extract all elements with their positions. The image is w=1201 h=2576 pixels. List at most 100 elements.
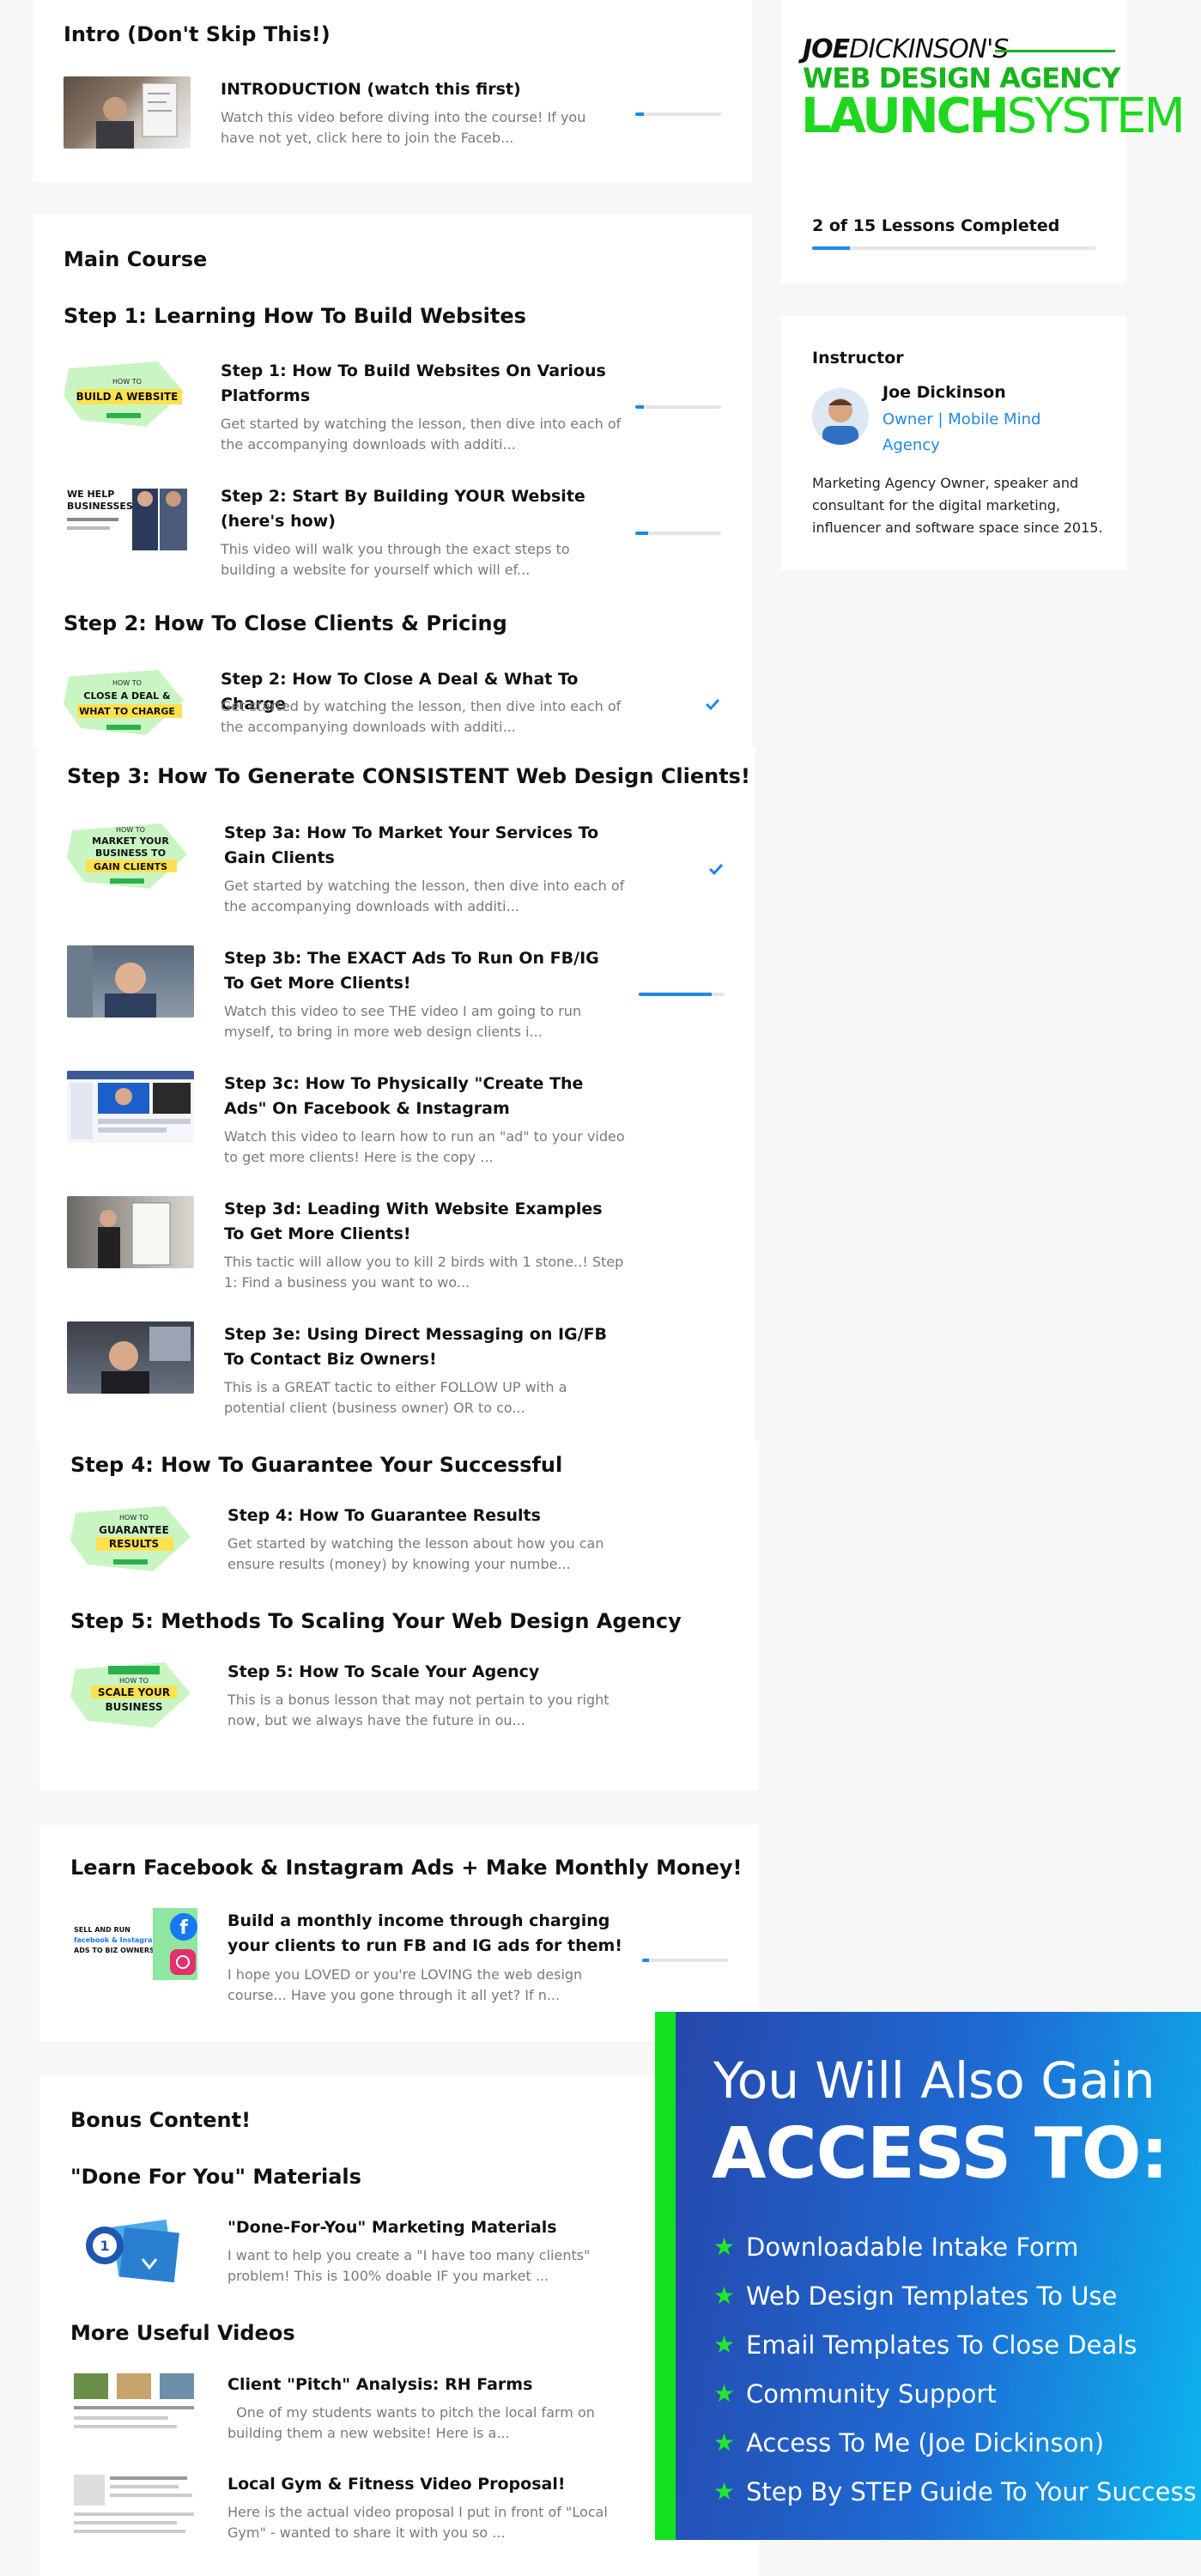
lesson-description: Watch this video to learn how to run an …: [224, 1128, 625, 1165]
video-thumbnail-image: [74, 2475, 194, 2533]
svg-text:HOW TO: HOW TO: [119, 1514, 149, 1522]
star-icon: ★: [713, 2428, 736, 2457]
promo-banner: You Will Also Gain ACCESS TO: ★ Downloada…: [655, 2012, 1201, 2540]
svg-text:1: 1: [100, 2238, 109, 2254]
lesson-thumbnail-graphic: 1: [86, 2219, 179, 2283]
step3-card: Step 3: How To Generate CONSISTENT Web D…: [36, 747, 755, 1443]
video-thumbnail-image: [96, 82, 178, 149]
lesson-description: This video will walk you through the exa…: [221, 541, 570, 578]
star-icon: ★: [713, 2330, 736, 2359]
lesson-thumbnail-graphic: HOW TOSCALE YOUR BUSINESS: [70, 1662, 191, 1728]
svg-text:BUSINESS: BUSINESS: [106, 1701, 163, 1713]
completed-check-icon: [708, 863, 724, 876]
lesson-description: This is a bonus lesson that may not pert…: [227, 1692, 610, 1728]
lesson-title[interactable]: Local Gym & Fitness Video Proposal!: [227, 2472, 622, 2497]
promo-benefit-item: ★ Web Design Templates To Use: [713, 2271, 1197, 2320]
lesson-description: I hope you LOVED or you're LOVING the we…: [227, 1966, 583, 2003]
video-thumbnail-image: [67, 945, 156, 1018]
lesson-thumbnail[interactable]: [67, 945, 194, 1018]
instructor-role-link[interactable]: Owner | Mobile Mind Agency: [883, 407, 1071, 459]
svg-text:BUSINESS TO: BUSINESS TO: [95, 848, 166, 859]
lesson-thumbnail-graphic: WE HELPBUSINESSES: [67, 489, 187, 550]
promo-accent-bar: [655, 2012, 676, 2540]
lesson-title[interactable]: Step 3b: The EXACT Ads To Run On FB/IG T…: [224, 946, 619, 996]
course-logo: JOEDICKINSON'S WEB DESIGN AGENCY LAUNCHS…: [794, 34, 1186, 146]
lesson-thumbnail-graphic: SELL AND RUN facebook & Instagram ADS TO B…: [74, 1908, 197, 1980]
lesson-thumbnail[interactable]: WE HELP BUSINESSES: [64, 483, 191, 556]
lesson-thumbnail[interactable]: [67, 1321, 194, 1394]
svg-text:SELL AND RUN: SELL AND RUN: [74, 1926, 130, 1934]
svg-text:MARKET YOUR: MARKET YOUR: [92, 835, 169, 847]
lesson-title[interactable]: Client "Pitch" Analysis: RH Farms: [227, 2372, 622, 2397]
video-thumbnail-image: [98, 1202, 171, 1268]
step-heading: Step 5: Methods To Scaling Your Web Desi…: [70, 1609, 682, 1633]
svg-text:f: f: [179, 1917, 188, 1939]
promo-benefit-text: Downloadable Intake Form: [746, 2232, 1079, 2262]
lesson-thumbnail[interactable]: [70, 2372, 197, 2444]
logo-last-name: DICKINSON'S: [849, 34, 1009, 64]
promo-heading-line1: You Will Also Gain: [713, 2051, 1156, 2110]
lesson-title[interactable]: Step 4: How To Guarantee Results: [227, 1504, 622, 1528]
lesson-title[interactable]: Step 3e: Using Direct Messaging on IG/FB…: [224, 1322, 619, 1372]
lesson-description: Get started by watching the lesson, then…: [221, 698, 622, 735]
lesson-title[interactable]: Step 2: Start By Building YOUR Website (…: [221, 484, 616, 534]
svg-text:SCALE YOUR: SCALE YOUR: [98, 1686, 170, 1698]
lesson-description: Watch this video to see THE video I am g…: [224, 1003, 582, 1040]
star-icon: ★: [713, 2281, 736, 2310]
promo-benefit-text: Web Design Templates To Use: [746, 2281, 1118, 2311]
lesson-thumbnail[interactable]: [67, 1071, 194, 1143]
svg-text:WE HELP: WE HELP: [67, 489, 114, 500]
logo-rule: [995, 50, 1115, 52]
promo-benefit-text: Community Support: [746, 2379, 997, 2409]
lesson-title[interactable]: Step 3a: How To Market Your Services To …: [224, 821, 619, 871]
lesson-thumbnail[interactable]: HOW TO GUARANTEE RESULTS: [70, 1503, 197, 1575]
logo-first-name: JOE: [803, 34, 850, 64]
step-heading: Step 3: How To Generate CONSISTENT Web D…: [67, 764, 750, 788]
instructor-card: Instructor Joe Dickinson Owner | Mobile …: [781, 316, 1126, 570]
step-heading: Step 2: How To Close Clients & Pricing: [64, 611, 507, 635]
lesson-thumbnail[interactable]: HOW TO CLOSE A DEAL & WHAT TO CHARGE: [64, 666, 191, 738]
svg-text:HOW TO: HOW TO: [116, 826, 145, 834]
lesson-thumbnail[interactable]: HOW TO SCALE YOUR BUSINESS: [70, 1659, 197, 1731]
bonus-card: Bonus Content! "Done For You" Materials …: [39, 2075, 759, 2576]
lesson-progress-bar: [642, 1959, 728, 1962]
lesson-progress-bar: [635, 112, 721, 116]
lesson-title[interactable]: Step 3d: Leading With Website Examples T…: [224, 1197, 619, 1247]
logo-system: SYSTEM: [1006, 88, 1186, 144]
lesson-thumbnail[interactable]: [70, 2471, 197, 2543]
lesson-thumbnail-graphic: HOW TO BUILD A WEBSITE: [64, 361, 184, 427]
ads-card: Learn Facebook & Instagram Ads + Make Mo…: [39, 1825, 759, 2041]
svg-text:HOW TO: HOW TO: [112, 679, 142, 687]
promo-benefit-text: Access To Me (Joe Dickinson): [746, 2427, 1105, 2458]
star-icon: ★: [713, 2379, 736, 2408]
lesson-thumbnail-graphic: HOW TO CLOSE A DEAL & WHAT TO CHARGE: [64, 670, 184, 735]
lesson-thumbnail[interactable]: SELL AND RUN facebook & Instagram ADS TO B…: [70, 1908, 197, 1980]
instructor-bio: Marketing Agency Owner, speaker and cons…: [812, 475, 1103, 536]
svg-text:GAIN CLIENTS: GAIN CLIENTS: [94, 861, 167, 872]
svg-text:HOW TO: HOW TO: [112, 378, 142, 386]
lesson-title[interactable]: Build a monthly income through charging …: [227, 1909, 622, 1959]
lesson-title[interactable]: Step 5: How To Scale Your Agency: [227, 1660, 622, 1685]
course-progress-bar: [812, 246, 1095, 250]
lesson-description: Here is the actual video proposal I put …: [227, 2504, 608, 2541]
lesson-title[interactable]: INTRODUCTION (watch this first): [221, 77, 616, 102]
svg-text:BUILD A WEBSITE: BUILD A WEBSITE: [76, 391, 179, 403]
lesson-description: Get started by watching the lesson, then…: [221, 416, 622, 453]
lesson-progress-bar: [635, 405, 721, 409]
lesson-title[interactable]: Step 3c: How To Physically "Create The A…: [224, 1072, 619, 1121]
bonus-section-heading: More Useful Videos: [70, 2321, 295, 2345]
lesson-thumbnail[interactable]: [67, 1196, 194, 1268]
step-heading: Step 1: Learning How To Build Websites: [64, 304, 526, 328]
lesson-description: Watch this video before diving into the …: [221, 109, 586, 146]
lesson-title[interactable]: "Done-For-You" Marketing Materials: [227, 2215, 622, 2240]
lesson-thumbnail[interactable]: 1: [70, 2215, 197, 2287]
svg-text:RESULTS: RESULTS: [109, 1538, 159, 1550]
promo-benefit-item: ★ Step By STEP Guide To Your Success: [713, 2467, 1197, 2516]
lesson-title[interactable]: Step 1: How To Build Websites On Various…: [221, 359, 616, 409]
promo-benefits-list: ★ Downloadable Intake Form ★ Web Design Te…: [713, 2222, 1197, 2516]
svg-text:WHAT TO CHARGE: WHAT TO CHARGE: [79, 706, 175, 717]
lesson-thumbnail[interactable]: HOW TO BUILD A WEBSITE: [64, 358, 191, 430]
lesson-thumbnail[interactable]: HOW TO MARKET YOUR BUSINESS TO GAIN CLIENTS: [67, 820, 194, 892]
lesson-thumbnail[interactable]: [64, 76, 191, 149]
avatar: [812, 388, 869, 445]
